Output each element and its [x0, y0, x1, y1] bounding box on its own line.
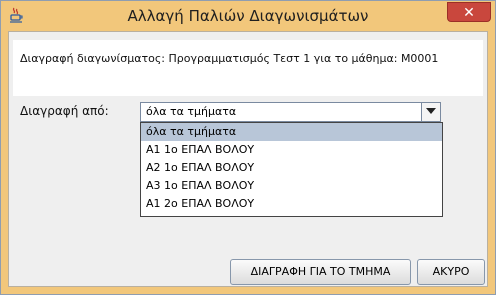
delete-from-label: Διαγραφή από: [20, 104, 109, 118]
delete-from-combo[interactable]: όλα τα τμήματα [140, 102, 441, 122]
message-panel: Διαγραφή διαγωνίσματος: Προγραμματισμός … [13, 40, 483, 96]
dropdown-option-label: Α1 1ο ΕΠΑΛ ΒΟΛΟΥ [146, 143, 255, 156]
dropdown-option-label: Α1 2ο ΕΠΑΛ ΒΟΛΟΥ [146, 197, 255, 210]
close-button[interactable]: ✕ [447, 2, 491, 22]
dropdown-option-all[interactable]: όλα τα τμήματα [141, 123, 442, 141]
dropdown-option-a1-2[interactable]: Α1 2ο ΕΠΑΛ ΒΟΛΟΥ [141, 195, 442, 213]
delete-message: Διαγραφή διαγωνίσματος: Προγραμματισμός … [20, 52, 439, 65]
close-icon: ✕ [463, 5, 475, 21]
dropdown-list: όλα τα τμήματα Α1 1ο ΕΠΑΛ ΒΟΛΟΥ Α2 1ο ΕΠ… [140, 122, 443, 217]
delete-for-class-button[interactable]: ΔΙΑΓΡΑΦΗ ΓΙΑ ΤΟ ΤΜΗΜΑ [230, 259, 411, 285]
dropdown-option-a2-1[interactable]: Α2 1ο ΕΠΑΛ ΒΟΛΟΥ [141, 159, 442, 177]
cancel-button[interactable]: ΑΚΥΡΟ [417, 259, 485, 285]
dialog-content: Διαγραφή διαγωνίσματος: Προγραμματισμός … [8, 31, 488, 287]
dropdown-option-label: Α3 1ο ΕΠΑΛ ΒΟΛΟΥ [146, 179, 255, 192]
combo-selected-value: όλα τα τμήματα [146, 105, 237, 118]
dropdown-option-label: όλα τα τμήματα [146, 125, 237, 138]
title-bar[interactable]: Αλλαγή Παλιών Διαγωνισμάτων ✕ [1, 1, 495, 31]
combo-arrow-button[interactable] [421, 103, 440, 121]
window-title: Αλλαγή Παλιών Διαγωνισμάτων [127, 7, 369, 25]
dropdown-option-a3-1[interactable]: Α3 1ο ΕΠΑΛ ΒΟΛΟΥ [141, 177, 442, 195]
dropdown-option-a1-1[interactable]: Α1 1ο ΕΠΑΛ ΒΟΛΟΥ [141, 141, 442, 159]
dialog-window: Αλλαγή Παλιών Διαγωνισμάτων ✕ Διαγραφή δ… [0, 0, 496, 295]
dropdown-option-label: Α2 1ο ΕΠΑΛ ΒΟΛΟΥ [146, 161, 255, 174]
chevron-down-icon [426, 108, 436, 114]
